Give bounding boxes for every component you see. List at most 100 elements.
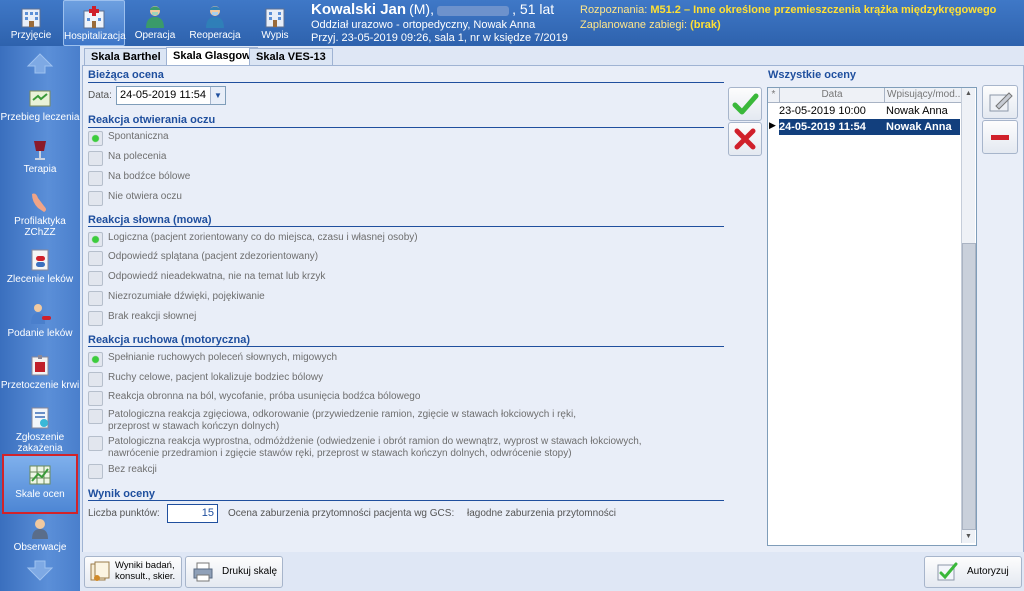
authorize-button[interactable]: Autoryzuj: [924, 556, 1022, 588]
motor-option[interactable]: Reakcja obronna na ból, wycofanie, próba…: [88, 391, 420, 406]
observations-icon: [32, 519, 48, 539]
radio-selected[interactable]: [88, 232, 103, 247]
sidebar-item-drug-administration[interactable]: Podanie leków: [0, 302, 80, 339]
option-label: Niezrozumiałe dźwięki, pojękiwanie: [108, 291, 265, 302]
tab-ves13[interactable]: Skala VES-13: [249, 48, 333, 66]
sidebar-item-infection-report[interactable]: Zgłoszenie zakażenia: [0, 406, 80, 454]
patient-ward: Oddział urazowo - ortopedyczny, Nowak An…: [311, 19, 536, 31]
sidebar-item-therapy[interactable]: Terapia: [0, 138, 80, 175]
sidebar-label: Profilaktyka ZChZZ: [14, 216, 66, 238]
cancel-button[interactable]: [728, 122, 762, 156]
date-picker[interactable]: 24-05-2019 11:54 ▼: [116, 86, 226, 105]
table-row[interactable]: 23-05-2019 10:00 Nowak Anna: [779, 103, 960, 119]
radio[interactable]: [88, 372, 103, 387]
operation-label: Operacja: [134, 30, 176, 41]
prophylaxis-icon: [32, 193, 46, 212]
gcs-label: Ocena zaburzenia przytomności pacjenta w…: [228, 508, 455, 519]
grid-header-user[interactable]: Wpisujący/mod...: [885, 88, 963, 103]
hospitalization-button[interactable]: Hospitalizacja: [63, 0, 126, 46]
tab-glasgow[interactable]: Skala Glasgow: [166, 47, 258, 67]
reoperation-button[interactable]: Reoperacja: [186, 0, 244, 44]
section-divider: [88, 346, 724, 347]
sidebar-label: Zgłoszenie zakażenia: [15, 432, 65, 454]
chevron-down-icon[interactable]: ▼: [210, 87, 225, 104]
motor-option[interactable]: Bez reakcji: [88, 464, 157, 479]
radio[interactable]: [88, 391, 103, 406]
admission-button[interactable]: Przyjęcie: [2, 0, 60, 44]
result-title: Wynik oceny: [88, 488, 156, 500]
treatment-course-icon: [29, 90, 51, 107]
radio[interactable]: [88, 251, 103, 266]
verbal-option[interactable]: Odpowiedź nieadekwatna, nie na temat lub…: [88, 271, 325, 286]
radio-selected[interactable]: [88, 131, 103, 146]
sidebar-label: Obserwacje: [13, 542, 67, 553]
verbal-response-title: Reakcja słowna (mowa): [88, 214, 212, 226]
verbal-option[interactable]: Niezrozumiałe dźwięki, pojękiwanie: [88, 291, 265, 306]
check-icon: [732, 93, 759, 115]
edit-score-button[interactable]: [982, 85, 1018, 119]
surgeon-icon: [146, 6, 164, 28]
eye-option[interactable]: Nie otwiera oczu: [88, 191, 182, 206]
planned-value: (brak): [690, 19, 721, 31]
printer-icon: [193, 562, 213, 582]
radio[interactable]: [88, 436, 103, 451]
hospitalization-label: Hospitalizacja: [64, 31, 126, 42]
sidebar-item-treatment-course[interactable]: Przebieg leczenia: [0, 86, 80, 123]
sidebar-item-blood-transfusion[interactable]: Przetoczenie krwi: [0, 354, 80, 391]
tab-barthel[interactable]: Skala Barthel: [84, 48, 168, 66]
motor-option[interactable]: Ruchy celowe, pacjent lokalizuje bodziec…: [88, 372, 323, 387]
grid-header-date[interactable]: Data: [780, 88, 885, 103]
patient-sex: (M),: [409, 1, 434, 17]
scroll-up-arrow-icon[interactable]: ▲: [962, 88, 975, 100]
eye-option[interactable]: Spontaniczna: [88, 131, 169, 146]
sidebar-item-drug-order[interactable]: Zlecenie leków: [0, 248, 80, 285]
verbal-option[interactable]: Odpowiedź splątana (pacjent zdezorientow…: [88, 251, 318, 266]
verbal-option[interactable]: Logiczna (pacjent zorientowany co do mie…: [88, 232, 418, 247]
results-button[interactable]: Wyniki badań, konsult., skier.: [84, 556, 182, 588]
sidebar-label: Zlecenie leków: [6, 274, 74, 285]
delete-score-button[interactable]: [982, 120, 1018, 154]
eye-option[interactable]: Na bodźce bólowe: [88, 171, 190, 186]
grid-header-marker: *: [768, 88, 780, 103]
radio[interactable]: [88, 191, 103, 206]
redacted-id: [437, 6, 510, 17]
points-field: 15: [167, 504, 218, 523]
radio[interactable]: [88, 464, 103, 479]
motor-option[interactable]: Patologiczna reakcja zgięciowa, odkorowa…: [88, 409, 618, 433]
option-label: Spełnianie ruchowych poleceń słownych, m…: [108, 352, 338, 363]
verbal-option[interactable]: Brak reakcji słownej: [88, 311, 196, 326]
radio[interactable]: [88, 271, 103, 286]
discharge-button[interactable]: Wypis: [246, 0, 304, 44]
radio-selected[interactable]: [88, 352, 103, 367]
option-label: Na bodźce bólowe: [108, 171, 191, 182]
table-row-selected[interactable]: 24-05-2019 11:54 Nowak Anna: [779, 119, 960, 135]
vertical-scrollbar[interactable]: ▲ ▼: [961, 88, 976, 543]
scroll-down-arrow-icon[interactable]: ▼: [962, 531, 975, 543]
diagnosis-code[interactable]: M51.2 – Inne określone przemieszczenia k…: [650, 4, 996, 16]
infection-report-icon: [31, 407, 49, 429]
radio[interactable]: [88, 171, 103, 186]
points-label: Liczba punktów:: [88, 508, 160, 519]
sidebar-item-observations[interactable]: Obserwacje: [0, 516, 80, 553]
scroll-down-icon[interactable]: [26, 560, 54, 582]
sidebar-item-rating-scales[interactable]: Skale ocen: [2, 454, 78, 514]
admission-label: Przyjęcie: [10, 30, 52, 41]
radio[interactable]: [88, 151, 103, 166]
print-scale-button[interactable]: Drukuj skalę: [185, 556, 283, 588]
scroll-up-icon[interactable]: [26, 52, 54, 74]
eye-option[interactable]: Na polecenia: [88, 151, 166, 166]
motor-option[interactable]: Spełnianie ruchowych poleceń słownych, m…: [88, 352, 337, 367]
sidebar-item-prophylaxis[interactable]: Profilaktyka ZChZZ: [0, 190, 80, 238]
radio[interactable]: [88, 409, 103, 424]
patient-age: , 51 lat: [512, 1, 555, 17]
radio[interactable]: [88, 291, 103, 306]
option-label: Spontaniczna: [108, 131, 169, 142]
row-user: Nowak Anna: [886, 121, 952, 133]
operation-button[interactable]: Operacja: [126, 0, 184, 44]
radio[interactable]: [88, 311, 103, 326]
sidebar-label: Podanie leków: [7, 328, 73, 339]
sign-check-icon: [937, 562, 958, 581]
motor-option[interactable]: Patologiczna reakcja wyprostna, odmóżdże…: [88, 436, 688, 460]
scrollbar-thumb[interactable]: [962, 243, 976, 530]
confirm-button[interactable]: [728, 87, 762, 121]
